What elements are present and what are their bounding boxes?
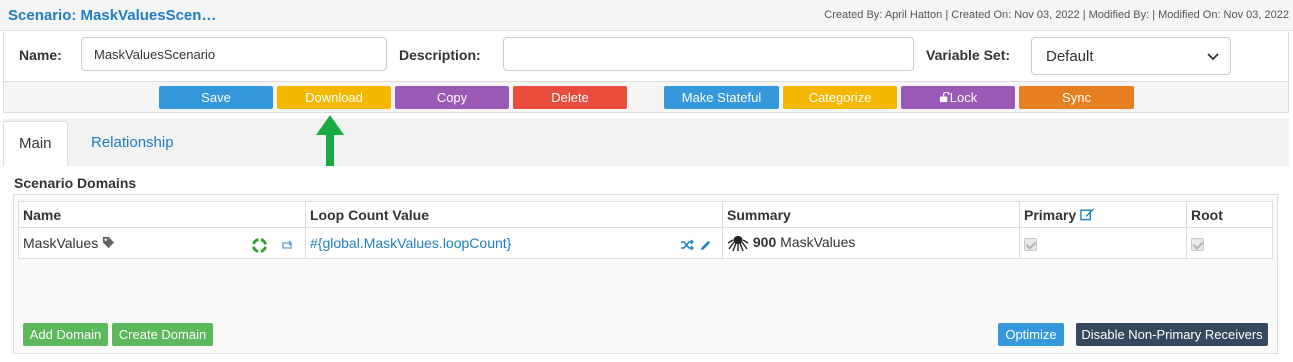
main-content: Scenario Domains Name Loop Count Value S… — [3, 166, 1289, 362]
name-input[interactable] — [81, 37, 387, 71]
lock-button[interactable]: Lock — [901, 86, 1015, 109]
lifebuoy-icon[interactable] — [252, 237, 268, 253]
header-bar: Scenario: MaskValuesScen… Created By: Ap… — [0, 0, 1293, 31]
col-name: Name — [18, 201, 306, 228]
primary-cell — [1019, 227, 1187, 259]
tabs-bar: Main Relationship — [3, 119, 1289, 166]
unlock-icon — [939, 91, 950, 102]
domain-name: MaskValues — [23, 235, 99, 251]
tab-relationship[interactable]: Relationship — [76, 121, 189, 166]
loop-count-cell: #{global.MaskValues.loopCount} — [305, 227, 723, 259]
variable-set-value: Default — [1046, 48, 1094, 65]
primary-checkbox[interactable] — [1024, 237, 1037, 251]
optimize-button[interactable]: Optimize — [998, 323, 1064, 346]
octopus-icon — [727, 236, 749, 252]
variable-set-label: Variable Set: — [926, 47, 1011, 63]
domains-panel: Name Loop Count Value Summary Primary Ro… — [13, 194, 1278, 354]
save-button[interactable]: Save — [159, 86, 273, 109]
scenario-form: Name: Description: Variable Set: Default — [3, 32, 1289, 82]
copy-button[interactable]: Copy — [395, 86, 509, 109]
sync-button[interactable]: Sync — [1019, 86, 1134, 109]
col-loop-count: Loop Count Value — [305, 201, 723, 228]
domain-name-cell: MaskValues — [18, 227, 306, 259]
col-primary: Primary — [1019, 201, 1187, 228]
action-toolbar: Save Download Copy Delete Make Stateful … — [3, 82, 1289, 113]
meta-info: Created By: April Hatton | Created On: N… — [824, 9, 1289, 21]
edit-icon[interactable] — [1080, 207, 1095, 221]
col-summary: Summary — [722, 201, 1020, 228]
create-domain-button[interactable]: Create Domain — [112, 323, 213, 346]
summary-cell: 900 MaskValues — [722, 227, 1020, 259]
summary-count: 900 — [752, 233, 777, 250]
loop-count-value[interactable]: #{global.MaskValues.loopCount} — [310, 235, 511, 251]
chevron-down-icon — [1207, 53, 1219, 61]
root-cell — [1186, 227, 1273, 259]
shuffle-icon[interactable] — [680, 239, 695, 251]
delete-button[interactable]: Delete — [513, 86, 627, 109]
categorize-button[interactable]: Categorize — [783, 86, 897, 109]
add-domain-button[interactable]: Add Domain — [23, 323, 108, 346]
domains-table: Name Loop Count Value Summary Primary Ro… — [18, 201, 1273, 259]
summary-name: MaskValues — [780, 233, 856, 250]
col-root: Root — [1186, 201, 1273, 228]
scenario-title: Scenario: MaskValuesScen… — [8, 7, 217, 24]
domain-actions — [252, 236, 295, 253]
tag-icon — [103, 237, 115, 249]
description-input[interactable] — [503, 37, 914, 71]
table-header-row: Name Loop Count Value Summary Primary Ro… — [18, 201, 1273, 228]
primary-header-label: Primary — [1024, 206, 1077, 223]
repeat-icon[interactable] — [279, 239, 295, 252]
pencil-icon[interactable] — [699, 239, 712, 252]
table-row: MaskValues #{global.MaskValues.loopCount… — [18, 227, 1273, 259]
lock-label: Lock — [949, 90, 978, 105]
variable-set-select[interactable]: Default — [1031, 37, 1231, 75]
root-checkbox[interactable] — [1191, 237, 1204, 251]
disable-non-primary-button[interactable]: Disable Non-Primary Receivers — [1076, 323, 1268, 346]
section-title: Scenario Domains — [14, 175, 137, 191]
name-label: Name: — [19, 47, 62, 63]
download-button[interactable]: Download — [277, 86, 391, 109]
make-stateful-button[interactable]: Make Stateful — [664, 86, 779, 109]
tab-main[interactable]: Main — [3, 121, 68, 166]
description-label: Description: — [399, 47, 481, 63]
loop-count-actions — [680, 236, 712, 252]
